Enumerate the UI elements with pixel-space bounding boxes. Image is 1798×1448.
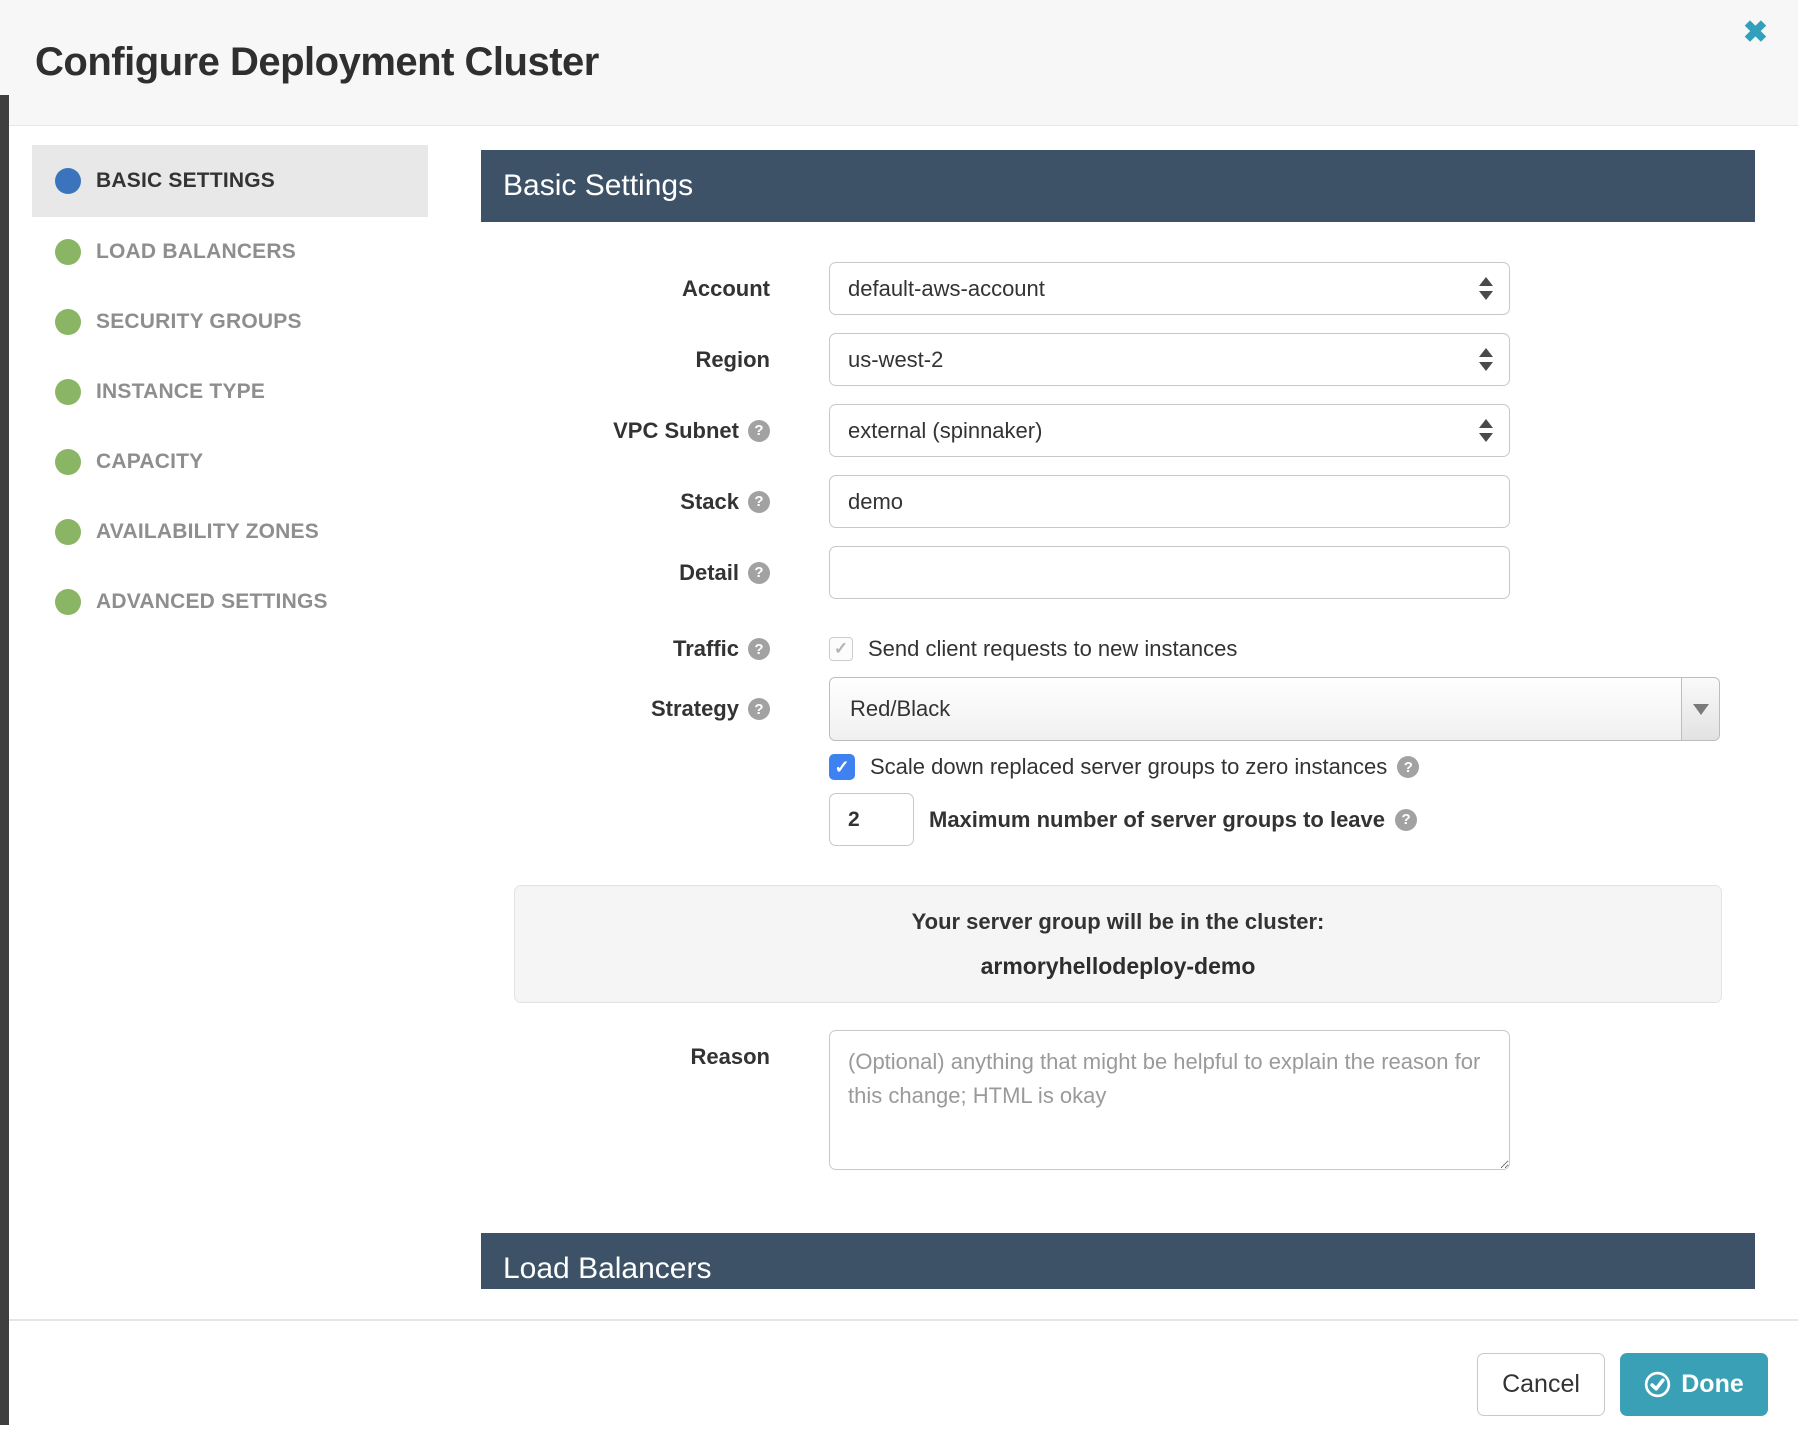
step-status-dot-icon <box>55 168 81 194</box>
sidebar-item-security-groups[interactable]: SECURITY GROUPS <box>32 287 428 357</box>
sidebar-item-label: ADVANCED SETTINGS <box>96 590 328 614</box>
detail-row: Detail ? <box>481 546 1510 599</box>
max-server-groups-label: Maximum number of server groups to leave <box>929 807 1385 833</box>
vpc-subnet-label: VPC Subnet ? <box>481 418 770 444</box>
modal-body: BASIC SETTINGS LOAD BALANCERS SECURITY G… <box>9 126 1798 1289</box>
step-status-dot-icon <box>55 519 81 545</box>
account-label: Account <box>481 276 770 302</box>
close-icon[interactable]: ✖ <box>1743 18 1768 48</box>
step-status-dot-icon <box>55 379 81 405</box>
modal-header: Configure Deployment Cluster ✖ <box>0 0 1798 126</box>
done-button-label: Done <box>1681 1370 1744 1399</box>
region-select[interactable]: us-west-2 <box>829 333 1510 386</box>
help-icon[interactable]: ? <box>1395 809 1417 831</box>
wizard-nav: BASIC SETTINGS LOAD BALANCERS SECURITY G… <box>32 145 428 637</box>
strategy-dropdown-button[interactable] <box>1681 678 1719 740</box>
stack-input[interactable] <box>829 475 1510 528</box>
sidebar-item-label: INSTANCE TYPE <box>96 380 265 404</box>
scale-down-checkbox-label[interactable]: Scale down replaced server groups to zer… <box>870 754 1387 780</box>
modal-title: Configure Deployment Cluster <box>35 40 599 85</box>
account-select[interactable]: default-aws-account <box>829 262 1510 315</box>
account-select-value: default-aws-account <box>848 276 1045 302</box>
region-label: Region <box>481 347 770 373</box>
traffic-row: Traffic ? ✓ Send client requests to new … <box>481 636 1237 662</box>
modal-footer: Cancel Done <box>0 1319 1798 1448</box>
detail-input[interactable] <box>829 546 1510 599</box>
step-status-dot-icon <box>55 239 81 265</box>
sidebar-item-label: SECURITY GROUPS <box>96 310 302 334</box>
page-behind-modal-strip <box>0 95 9 1425</box>
help-icon[interactable]: ? <box>748 638 770 660</box>
reason-row: Reason <box>481 1030 1510 1170</box>
reason-textarea[interactable] <box>829 1030 1510 1170</box>
vpc-subnet-row: VPC Subnet ? external (spinnaker) <box>481 404 1510 457</box>
step-status-dot-icon <box>55 589 81 615</box>
region-select-value: us-west-2 <box>848 347 943 373</box>
done-button[interactable]: Done <box>1620 1353 1768 1416</box>
strategy-row: Strategy ? Red/Black <box>481 677 1720 741</box>
load-balancers-section-header: Load Balancers <box>481 1233 1755 1289</box>
max-server-groups-input[interactable] <box>829 793 914 846</box>
help-icon[interactable]: ? <box>748 420 770 442</box>
check-circle-icon <box>1644 1371 1671 1398</box>
select-updown-icon <box>1479 348 1493 371</box>
sidebar-item-instance-type[interactable]: INSTANCE TYPE <box>32 357 428 427</box>
step-status-dot-icon <box>55 309 81 335</box>
sidebar-item-capacity[interactable]: CAPACITY <box>32 427 428 497</box>
stack-label: Stack ? <box>481 489 770 515</box>
scale-down-checkbox[interactable]: ✓ <box>829 754 855 780</box>
cluster-info-text: Your server group will be in the cluster… <box>912 909 1325 935</box>
vpc-subnet-select[interactable]: external (spinnaker) <box>829 404 1510 457</box>
sidebar-item-label: LOAD BALANCERS <box>96 240 296 264</box>
sidebar-item-label: CAPACITY <box>96 450 203 474</box>
help-icon[interactable]: ? <box>748 698 770 720</box>
scale-down-row: ✓ Scale down replaced server groups to z… <box>481 754 1419 780</box>
step-status-dot-icon <box>55 449 81 475</box>
sidebar-item-label: BASIC SETTINGS <box>96 169 275 193</box>
detail-label: Detail ? <box>481 560 770 586</box>
help-icon[interactable]: ? <box>748 562 770 584</box>
cancel-button[interactable]: Cancel <box>1477 1353 1605 1416</box>
account-row: Account default-aws-account <box>481 262 1510 315</box>
section-title: Load Balancers <box>503 1252 711 1286</box>
help-icon[interactable]: ? <box>748 491 770 513</box>
select-updown-icon <box>1479 419 1493 442</box>
sidebar-item-availability-zones[interactable]: AVAILABILITY ZONES <box>32 497 428 567</box>
region-row: Region us-west-2 <box>481 333 1510 386</box>
select-updown-icon <box>1479 277 1493 300</box>
traffic-checkbox: ✓ <box>829 637 853 661</box>
cluster-info-well: Your server group will be in the cluster… <box>514 885 1722 1003</box>
reason-label: Reason <box>481 1044 770 1070</box>
vpc-subnet-select-value: external (spinnaker) <box>848 418 1042 444</box>
section-title: Basic Settings <box>503 169 693 203</box>
strategy-label: Strategy ? <box>481 696 770 722</box>
strategy-select[interactable]: Red/Black <box>829 677 1720 741</box>
traffic-label: Traffic ? <box>481 636 770 662</box>
strategy-select-value: Red/Black <box>850 696 950 722</box>
sidebar-item-basic-settings[interactable]: BASIC SETTINGS <box>32 145 428 217</box>
traffic-checkbox-label: Send client requests to new instances <box>868 636 1237 662</box>
help-icon[interactable]: ? <box>1397 756 1419 778</box>
caret-down-icon <box>1693 704 1709 715</box>
cluster-name: armoryhellodeploy-demo <box>981 953 1256 980</box>
basic-settings-section-header: Basic Settings <box>481 150 1755 222</box>
sidebar-item-advanced-settings[interactable]: ADVANCED SETTINGS <box>32 567 428 637</box>
sidebar-item-label: AVAILABILITY ZONES <box>96 520 319 544</box>
stack-row: Stack ? <box>481 475 1510 528</box>
max-server-groups-row: Maximum number of server groups to leave… <box>481 793 1417 846</box>
sidebar-item-load-balancers[interactable]: LOAD BALANCERS <box>32 217 428 287</box>
